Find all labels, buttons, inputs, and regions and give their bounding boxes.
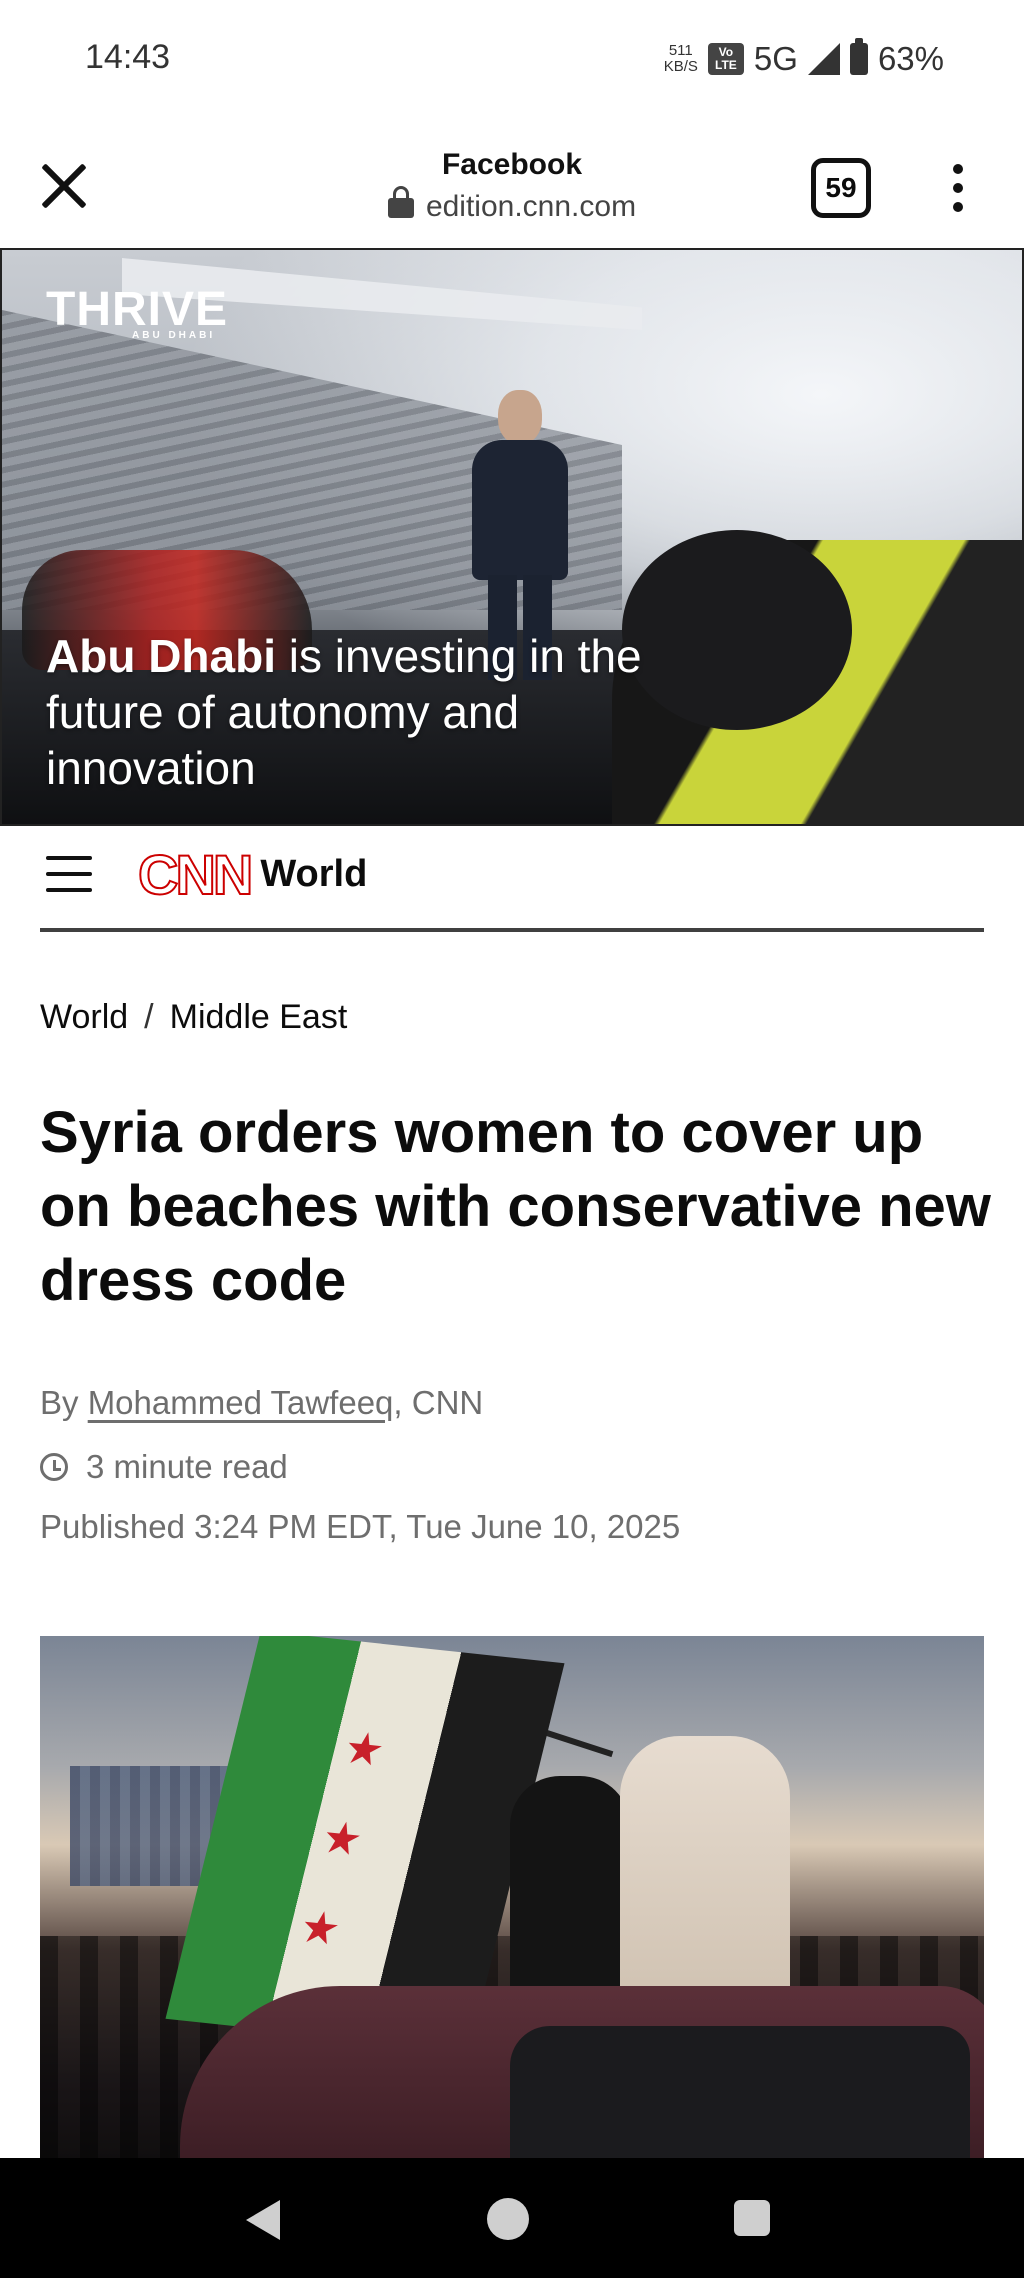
breadcrumb-middle-east[interactable]: Middle East — [170, 998, 348, 1036]
flag-star: ★ — [338, 1723, 390, 1776]
url-text: edition.cnn.com — [425, 190, 637, 223]
image-car-window — [510, 2026, 970, 2158]
back-icon[interactable] — [246, 2200, 280, 2240]
breadcrumb: World / Middle East — [40, 998, 347, 1037]
flag-star: ★ — [316, 1812, 368, 1866]
signal-icon — [807, 43, 840, 75]
network-speed: 511 KB/S — [664, 43, 698, 75]
ad-brand-logo: THRIVE — [46, 283, 229, 336]
flag-star: ★ — [294, 1902, 346, 1955]
network-speed-unit: KB/S — [663, 58, 698, 75]
read-time-text: 3 minute read — [86, 1448, 288, 1485]
status-icons: 511 KB/S Vo LTE 5G 63% — [664, 36, 944, 82]
breadcrumb-world[interactable]: World — [40, 998, 128, 1036]
published-date: Published 3:24 PM EDT, Tue June 10, 2025 — [40, 1508, 681, 1545]
menu-icon[interactable] — [46, 856, 92, 892]
section-name: World — [260, 852, 368, 895]
battery-icon — [849, 38, 868, 75]
ad-headline: Abu Dhabi is investing in the future of … — [46, 628, 686, 796]
cnn-logo[interactable]: CNN World — [137, 842, 368, 907]
ad-banner[interactable]: THRIVE ABU DHABI Abu Dhabi is investing … — [0, 248, 1024, 826]
read-time: 3 minute read — [40, 1448, 288, 1486]
system-nav-bar — [0, 2158, 1024, 2278]
ad-brand-sub: ABU DHABI — [132, 330, 216, 341]
article-image[interactable]: ★ ★ ★ — [40, 1636, 984, 2158]
tab-switcher-button[interactable]: 59 — [811, 158, 871, 218]
status-time: 14:43 — [85, 38, 171, 76]
breadcrumb-separator: / — [144, 998, 154, 1036]
recents-icon[interactable] — [734, 2200, 770, 2236]
byline: By Mohammed Tawfeeq, CNN — [40, 1384, 483, 1422]
home-icon[interactable] — [487, 2198, 529, 2240]
site-header: CNN World — [40, 826, 984, 932]
clock-icon — [40, 1453, 68, 1481]
network-speed-value: 511 — [668, 42, 693, 59]
browser-toolbar: Facebook edition.cnn.com 59 — [0, 120, 1024, 248]
byline-suffix: , CNN — [393, 1384, 484, 1421]
ad-headline-bold: Abu Dhabi — [46, 630, 276, 682]
byline-prefix: By — [40, 1384, 88, 1421]
status-bar: 14:43 511 KB/S Vo LTE 5G 63% — [0, 0, 1024, 120]
author-link[interactable]: Mohammed Tawfeeq — [88, 1384, 394, 1421]
network-type: 5G — [753, 40, 798, 77]
volte-icon: Vo LTE — [707, 43, 744, 75]
volte-bottom: LTE — [715, 58, 737, 72]
lock-icon — [387, 186, 414, 218]
more-options-icon[interactable] — [950, 164, 966, 212]
battery-level: 63% — [877, 40, 944, 77]
article-headline: Syria orders women to cover up on beache… — [40, 1100, 991, 1313]
cnn-logo-mark: CNN — [137, 842, 254, 907]
